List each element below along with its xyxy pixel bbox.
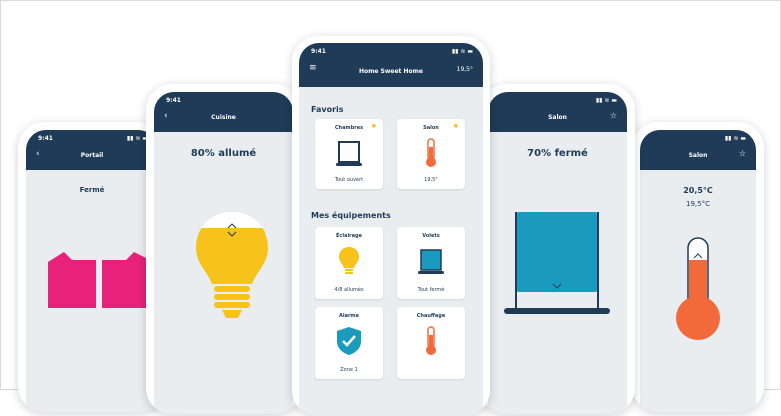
shutter-icon (418, 249, 444, 274)
phone-salon-volets: ▮▮ ≋ ▬ Salon ☆ 70% fermé (480, 84, 635, 414)
phone-cuisine: 9:41 ‹ Cuisine 80% allumé (146, 84, 301, 414)
top-bar: 9:41 ▮▮ ≋ ▬ ≡ Home Sweet Home 19,5° (299, 43, 483, 87)
status-time: 9:41 (166, 97, 181, 104)
phone-screen: ▮▮ ≋ ▬ Salon ☆ 20,5°C 19,5°C (640, 130, 756, 412)
star-icon[interactable]: ★ (371, 122, 377, 130)
equipment-card-alarme[interactable]: Alarme Zone 1 (315, 307, 383, 379)
card-label: Chauffage (416, 313, 446, 319)
screen-title: Cuisine (211, 114, 236, 121)
top-bar: 9:41 ▮▮ ≋ ▬ ‹ Portail (26, 130, 158, 170)
shield-check-icon (337, 327, 361, 355)
status-time: 9:41 (38, 135, 53, 142)
signal-battery-icon: ▮▮ ≋ ▬ (595, 97, 617, 104)
star-icon[interactable]: ★ (453, 122, 459, 130)
card-label: Alarme (338, 313, 360, 319)
thermometer-icon (426, 138, 436, 167)
equipment-card-volets[interactable]: Volets Tout fermé (397, 227, 465, 299)
top-bar: ▮▮ ≋ ▬ Salon ☆ (640, 130, 756, 170)
target-temp: 19,5°C (686, 200, 710, 208)
lightbulb-icon[interactable] (192, 210, 272, 320)
phone-screen: 9:41 ▮▮ ≋ ▬ ‹ Portail Fermé (26, 130, 158, 412)
equipment-card-eclairage[interactable]: Éclairage 4/8 allumés (315, 227, 383, 299)
phone-portail: 9:41 ▮▮ ≋ ▬ ‹ Portail Fermé (18, 122, 166, 412)
light-status: 80% allumé (190, 148, 257, 159)
favorite-card-chambres[interactable]: Chambres ★ Tout ouvert (315, 119, 383, 189)
star-outline-icon[interactable]: ☆ (739, 149, 746, 158)
card-value: 4/8 allumés (334, 287, 364, 293)
favorites-title: Favoris (311, 105, 344, 114)
gate-icon[interactable] (46, 250, 156, 310)
card-value: Tout fermé (417, 287, 445, 293)
signal-battery-icon: ▮▮ ≋ ▬ (451, 48, 473, 55)
phone-home: 9:41 ▮▮ ≋ ▬ ≡ Home Sweet Home 19,5° Favo… (292, 36, 490, 416)
signal-battery-icon: ▮▮ ≋ ▬ (724, 135, 746, 142)
screen-title: Salon (548, 114, 567, 121)
phone-screen: 9:41 ▮▮ ≋ ▬ ≡ Home Sweet Home 19,5° Favo… (299, 43, 483, 416)
card-label: Éclairage (336, 233, 362, 239)
current-temp: 20,5°C (683, 186, 713, 195)
phone-salon-thermostat: ▮▮ ≋ ▬ Salon ☆ 20,5°C 19,5°C (632, 122, 764, 412)
equipment-title: Mes équipements (311, 211, 391, 220)
favorite-card-salon[interactable]: Salon ★ 19,5° (397, 119, 465, 189)
signal-battery-icon: ▮▮ ≋ ▬ (126, 135, 148, 142)
equipment-card-chauffage[interactable]: Chauffage (397, 307, 465, 379)
top-bar: 9:41 ‹ Cuisine (154, 92, 293, 132)
status-time: 9:41 (311, 48, 326, 55)
header-temp: 19,5° (456, 66, 473, 73)
screen-title: Portail (80, 152, 104, 159)
card-value: 19,5° (424, 177, 438, 183)
card-value: Zone 1 (340, 367, 358, 373)
card-label: Volets (422, 233, 440, 239)
phone-screen: ▮▮ ≋ ▬ Salon ☆ 70% fermé (488, 92, 627, 414)
gate-status: Fermé (79, 186, 105, 194)
phone-screen: 9:41 ‹ Cuisine 80% allumé (154, 92, 293, 414)
shutter-icon (336, 141, 362, 166)
thermometer-icon[interactable] (668, 234, 728, 344)
home-title: Home Sweet Home (359, 68, 423, 75)
shutter-icon[interactable] (502, 208, 612, 318)
star-outline-icon[interactable]: ☆ (610, 111, 617, 120)
card-value: Tout ouvert (334, 177, 364, 183)
top-bar: ▮▮ ≋ ▬ Salon ☆ (488, 92, 627, 132)
shutter-status: 70% fermé (527, 148, 588, 159)
thermometer-icon (426, 326, 436, 355)
lightbulb-icon (339, 247, 359, 274)
